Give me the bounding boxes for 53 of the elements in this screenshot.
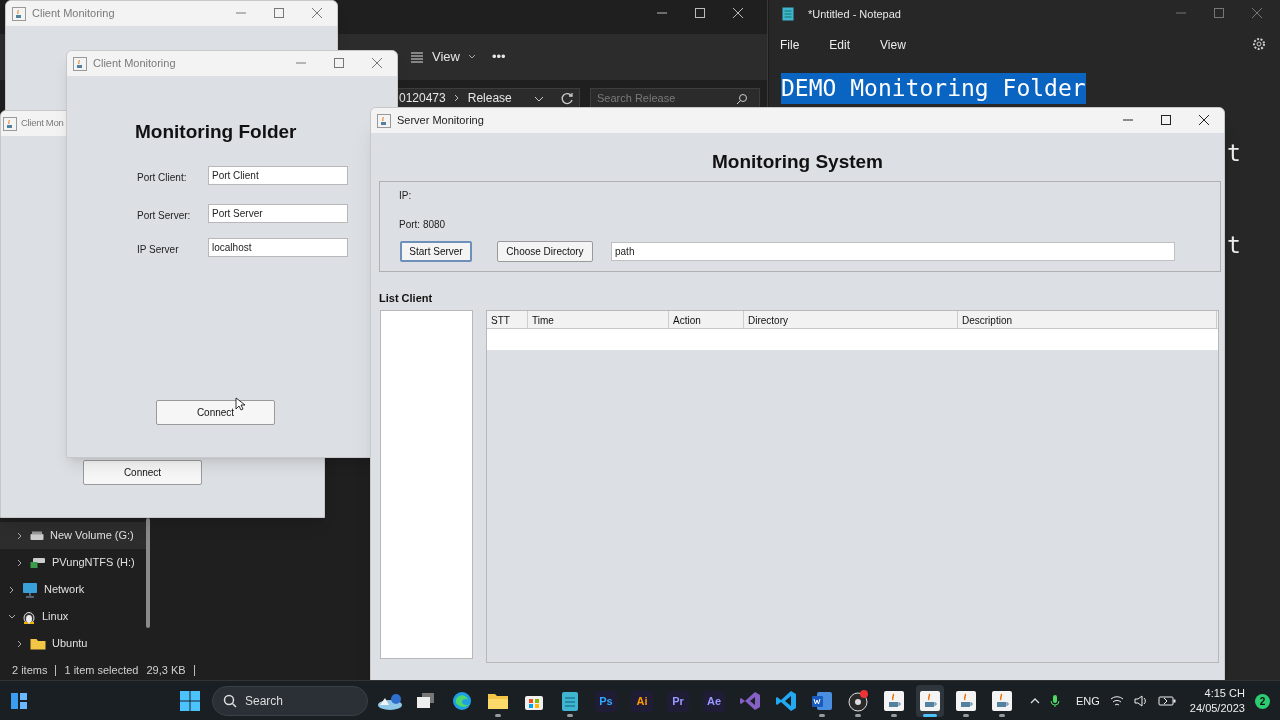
address-bar[interactable]: 0120473 Release — [398, 88, 580, 107]
status-text: 29,3 KB — [146, 663, 186, 678]
more-button[interactable]: ••• — [492, 46, 506, 68]
clock-time[interactable]: 4:15 CH — [1204, 686, 1245, 701]
section-title: List Client — [379, 291, 433, 306]
window-title: Client Mon — [21, 116, 64, 131]
status-text: 2 items — [12, 663, 48, 678]
window-title: *Untitled - Notepad — [808, 7, 901, 22]
field-label: Port Server: — [137, 209, 191, 223]
field-label: IP Server — [137, 243, 179, 257]
taskbar-search[interactable]: Search — [212, 686, 368, 716]
connect-button[interactable]: Connect — [156, 400, 275, 425]
breadcrumb-segment[interactable]: Release — [467, 89, 512, 107]
button[interactable]: Choose Directory — [497, 241, 593, 262]
port-label: Port: 8080 — [399, 218, 446, 232]
view-button[interactable]: View — [410, 46, 476, 68]
connect-button[interactable]: Connect — [83, 460, 202, 485]
menu-item[interactable]: File — [780, 36, 800, 54]
notification-badge[interactable]: 2 — [1254, 693, 1270, 709]
menu-item[interactable]: Edit — [829, 36, 851, 54]
taskbar-app[interactable]: Pr — [664, 685, 692, 717]
button[interactable]: Start Server — [400, 241, 472, 262]
text-line: t — [1227, 139, 1241, 168]
taskbar-app[interactable]: Ae — [700, 685, 728, 717]
taskbar-app[interactable]: Ps — [592, 685, 620, 717]
app-icon[interactable]: Ae — [703, 690, 725, 712]
ip-label: IP: — [399, 189, 412, 203]
nav-item[interactable]: PVungNTFS (H:) — [0, 549, 146, 576]
taskbar-app[interactable]: Ai — [628, 685, 656, 717]
path-field[interactable]: path — [611, 242, 1175, 261]
text-field[interactable]: Port Client — [208, 166, 348, 185]
text-line: t — [1227, 231, 1241, 260]
heading: Monitoring System — [711, 150, 884, 174]
app-icon[interactable]: Ai — [631, 690, 653, 712]
app-icon[interactable]: Ps — [595, 690, 617, 712]
window-title: Server Monitoring — [397, 113, 484, 129]
clock-date[interactable]: 24/05/2023 — [1189, 701, 1245, 716]
app-icon[interactable]: Pr — [667, 690, 689, 712]
text-field[interactable]: Port Server — [208, 204, 348, 223]
text-field[interactable]: localhost — [208, 238, 348, 257]
language-indicator[interactable]: ENG — [1076, 692, 1100, 710]
nav-item[interactable]: New Volume (G:) — [0, 522, 146, 549]
status-text: 1 item selected — [64, 663, 139, 678]
search-field[interactable]: Search Release — [590, 88, 760, 107]
breadcrumb-segment[interactable]: 0120473 — [399, 89, 446, 107]
nav-item[interactable]: Linux — [0, 603, 146, 630]
window-title: Client Monitoring — [93, 56, 176, 72]
field-label: Port Client: — [137, 171, 187, 185]
window-title: Client Monitoring — [32, 6, 115, 22]
menu-item[interactable]: View — [880, 36, 906, 54]
nav-item[interactable]: Network — [0, 576, 146, 603]
heading: Monitoring Folder — [135, 120, 297, 144]
nav-item[interactable]: Ubuntu — [0, 630, 146, 657]
